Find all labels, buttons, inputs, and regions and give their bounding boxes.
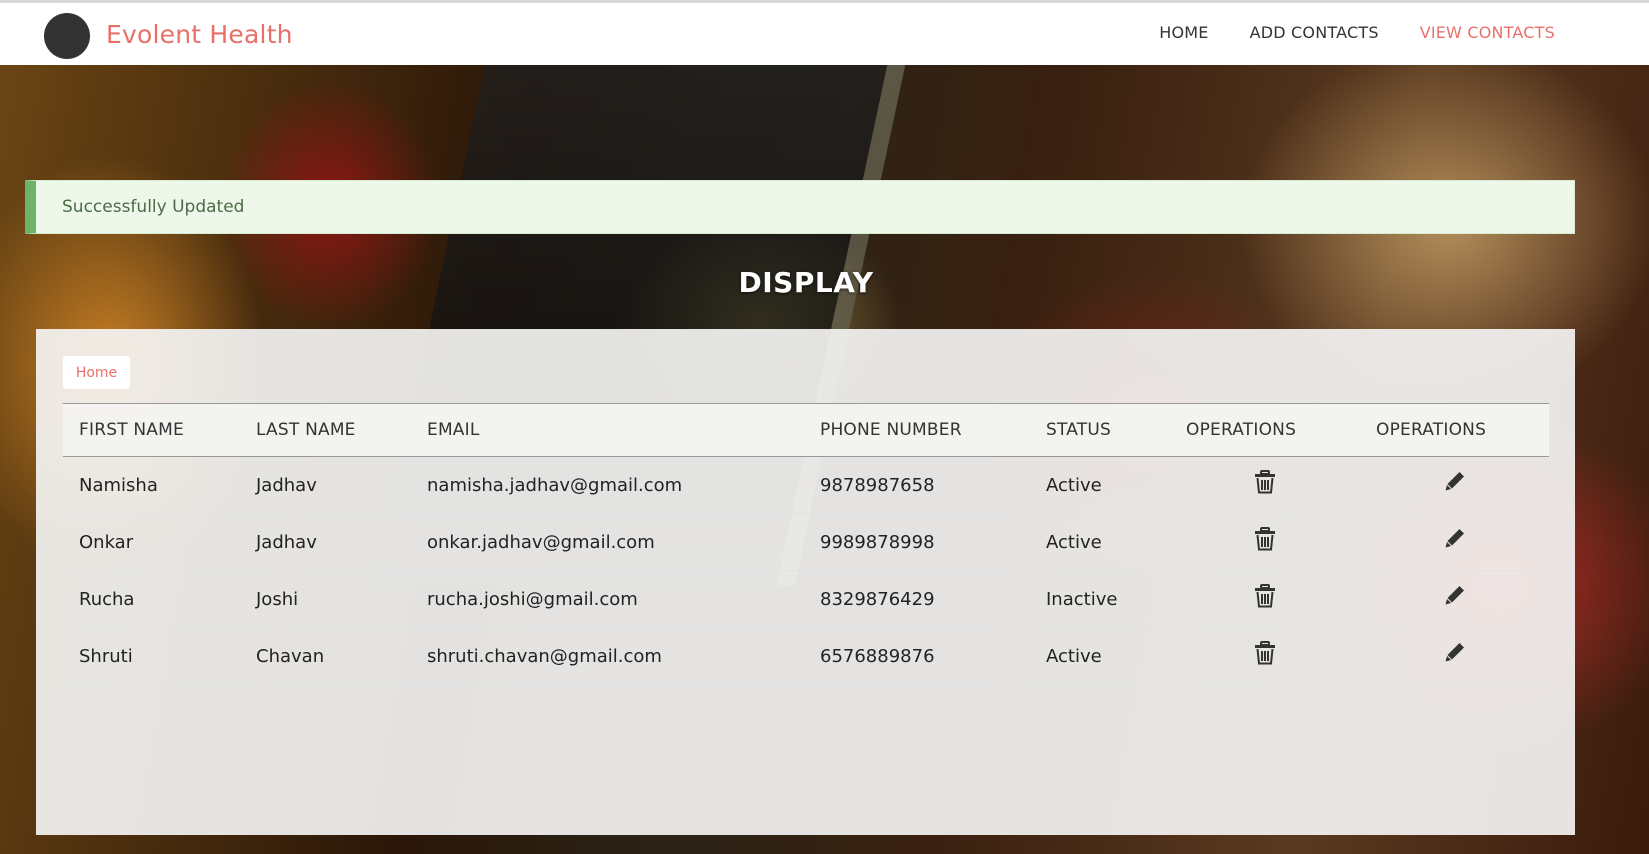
nav-add-contacts-link[interactable]: ADD CONTACTS xyxy=(1250,23,1379,42)
cell-delete xyxy=(1170,570,1360,628)
alert-message: Successfully Updated xyxy=(62,197,245,217)
contacts-table: FIRST NAME LAST NAME EMAIL PHONE NUMBER … xyxy=(63,403,1549,685)
cell-email: shruti.chavan@gmail.com xyxy=(411,627,804,685)
pencil-icon[interactable] xyxy=(1444,527,1466,551)
header-operations-edit: OPERATIONS xyxy=(1360,403,1549,457)
contacts-panel: Home FIRST NAME LAST NAME EMAIL PHONE NU… xyxy=(36,329,1575,835)
cell-first-name: Shruti xyxy=(63,627,240,685)
header-last-name: LAST NAME xyxy=(240,403,411,457)
cell-phone: 9989878998 xyxy=(804,513,1030,571)
cell-first-name: Rucha xyxy=(63,570,240,628)
cell-email: namisha.jadhav@gmail.com xyxy=(411,456,804,514)
header-operations-delete: OPERATIONS xyxy=(1170,403,1360,457)
cell-edit xyxy=(1360,627,1549,685)
cell-status: Inactive xyxy=(1030,570,1170,628)
header-status: STATUS xyxy=(1030,403,1170,457)
cell-delete xyxy=(1170,627,1360,685)
table-row: Onkar Jadhav onkar.jadhav@gmail.com 9989… xyxy=(63,513,1549,571)
cell-edit xyxy=(1360,570,1549,628)
cell-phone: 8329876429 xyxy=(804,570,1030,628)
cell-phone: 6576889876 xyxy=(804,627,1030,685)
cell-edit xyxy=(1360,513,1549,571)
cell-email: rucha.joshi@gmail.com xyxy=(411,570,804,628)
success-alert: Successfully Updated xyxy=(25,180,1575,234)
header-email: EMAIL xyxy=(411,403,804,457)
trash-icon[interactable] xyxy=(1254,470,1276,494)
page-title: DISPLAY xyxy=(738,266,874,299)
cell-last-name: Chavan xyxy=(240,627,411,685)
nav-home-link[interactable]: HOME xyxy=(1159,23,1208,42)
cell-delete xyxy=(1170,513,1360,571)
logo[interactable] xyxy=(44,13,90,59)
cell-last-name: Jadhav xyxy=(240,513,411,571)
breadcrumb-home-link[interactable]: Home xyxy=(76,365,117,381)
cell-first-name: Onkar xyxy=(63,513,240,571)
pencil-icon[interactable] xyxy=(1444,584,1466,608)
table-row: Shruti Chavan shruti.chavan@gmail.com 65… xyxy=(63,627,1549,685)
table-row: Namisha Jadhav namisha.jadhav@gmail.com … xyxy=(63,456,1549,514)
trash-icon[interactable] xyxy=(1254,641,1276,665)
cell-status: Active xyxy=(1030,513,1170,571)
pencil-icon[interactable] xyxy=(1444,470,1466,494)
header-phone-number: PHONE NUMBER xyxy=(804,403,1030,457)
pencil-icon[interactable] xyxy=(1444,641,1466,665)
cell-delete xyxy=(1170,456,1360,514)
cell-first-name: Namisha xyxy=(63,456,240,514)
header-first-name: FIRST NAME xyxy=(63,403,240,457)
breadcrumb: Home xyxy=(63,356,130,389)
trash-icon[interactable] xyxy=(1254,584,1276,608)
cell-edit xyxy=(1360,456,1549,514)
table-header-row: FIRST NAME LAST NAME EMAIL PHONE NUMBER … xyxy=(63,403,1549,457)
trash-icon[interactable] xyxy=(1254,527,1276,551)
nav-view-contacts-link[interactable]: VIEW CONTACTS xyxy=(1420,23,1555,42)
top-navbar: Evolent Health HOME ADD CONTACTS VIEW CO… xyxy=(0,0,1649,65)
cell-last-name: Joshi xyxy=(240,570,411,628)
cell-status: Active xyxy=(1030,456,1170,514)
brand-name[interactable]: Evolent Health xyxy=(106,20,293,49)
cell-last-name: Jadhav xyxy=(240,456,411,514)
table-row: Rucha Joshi rucha.joshi@gmail.com 832987… xyxy=(63,570,1549,628)
nav-links: HOME ADD CONTACTS VIEW CONTACTS xyxy=(1159,23,1555,42)
cell-status: Active xyxy=(1030,627,1170,685)
cell-email: onkar.jadhav@gmail.com xyxy=(411,513,804,571)
cell-phone: 9878987658 xyxy=(804,456,1030,514)
